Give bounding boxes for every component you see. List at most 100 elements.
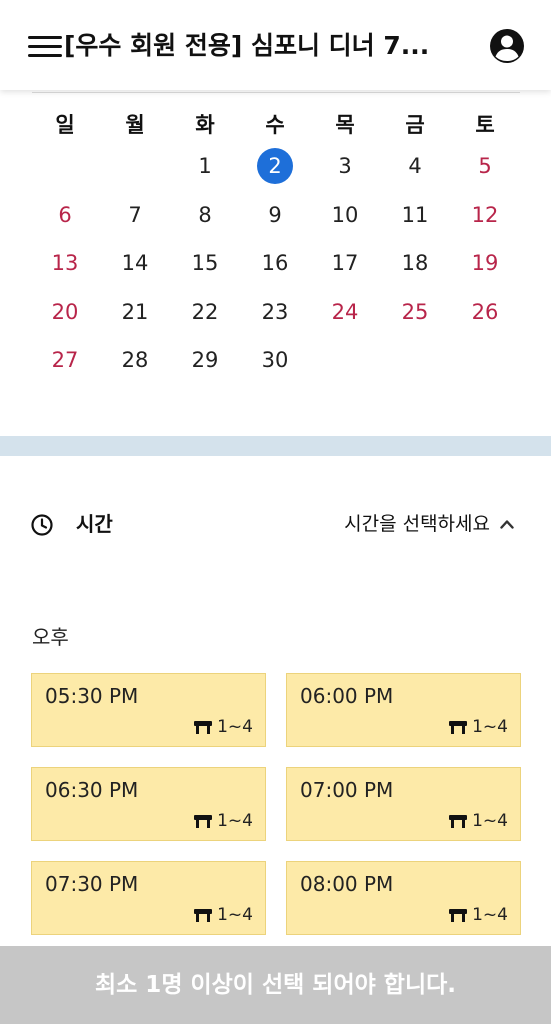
calendar-day[interactable]: 21: [100, 288, 170, 337]
calendar: 일 월 화 수 목 금 토 1 2 3 4 5 6 7 8 9 10 11 12…: [30, 108, 520, 385]
calendar-day[interactable]: 17: [310, 239, 380, 288]
table-icon: [449, 909, 468, 922]
slot-capacity-text: 1~4: [472, 811, 508, 831]
calendar-day[interactable]: 11: [380, 191, 450, 240]
calendar-day[interactable]: 16: [240, 239, 310, 288]
account-circle-icon[interactable]: [489, 28, 525, 64]
page-title: [우수 회원 전용] 심포니 디너 7...: [64, 31, 430, 60]
calendar-day[interactable]: 4: [380, 142, 450, 191]
slot-time: 07:00 PM: [300, 778, 394, 802]
calendar-week-row: 13 14 15 16 17 18 19: [30, 239, 520, 288]
time-slot[interactable]: 07:30 PM 1~4: [31, 861, 266, 935]
day-number: 22: [191, 299, 219, 324]
calendar-day[interactable]: 29: [170, 336, 240, 385]
calendar-day[interactable]: 23: [240, 288, 310, 337]
slot-time: 06:30 PM: [45, 778, 139, 802]
calendar-day[interactable]: 25: [380, 288, 450, 337]
calendar-day[interactable]: 3: [310, 142, 380, 191]
slot-capacity: 1~4: [193, 716, 253, 738]
day-number: 27: [51, 348, 79, 373]
table-icon: [194, 815, 213, 828]
day-number: 6: [58, 202, 72, 227]
day-number: 11: [401, 202, 429, 227]
day-number: 29: [191, 348, 219, 373]
slot-capacity: 1~4: [448, 904, 508, 926]
day-number: 20: [51, 299, 79, 324]
calendar-day[interactable]: 13: [30, 239, 100, 288]
weekday-label: 목: [335, 113, 355, 137]
calendar-day-selected[interactable]: 2: [240, 142, 310, 191]
calendar-day[interactable]: 19: [450, 239, 520, 288]
day-number: [117, 148, 153, 184]
slot-capacity: 1~4: [448, 810, 508, 832]
slot-time: 06:00 PM: [300, 684, 394, 708]
calendar-empty-cell: [100, 142, 170, 191]
time-slot[interactable]: 07:00 PM 1~4: [286, 767, 521, 841]
day-number: 12: [471, 202, 499, 227]
day-number: 25: [401, 299, 429, 324]
time-slot[interactable]: 08:00 PM 1~4: [286, 861, 521, 935]
calendar-day[interactable]: 5: [450, 142, 520, 191]
calendar-day[interactable]: 20: [30, 288, 100, 337]
calendar-day[interactable]: 26: [450, 288, 520, 337]
calendar-day[interactable]: 27: [30, 336, 100, 385]
day-number: 26: [471, 299, 499, 324]
time-label: 시간: [76, 512, 113, 536]
time-slot[interactable]: 06:30 PM 1~4: [31, 767, 266, 841]
table-icon: [449, 721, 468, 734]
table-icon: [449, 815, 468, 828]
day-number: [397, 342, 433, 378]
slot-capacity-text: 1~4: [472, 717, 508, 737]
day-number: 30: [261, 348, 289, 373]
day-number: 9: [268, 202, 282, 227]
day-number: 3: [338, 154, 352, 179]
table-icon: [194, 721, 213, 734]
table-icon: [194, 909, 213, 922]
day-number: 7: [128, 202, 142, 227]
submit-button-disabled[interactable]: 최소 1명 이상이 선택 되어야 합니다.: [0, 946, 551, 1024]
slot-capacity: 1~4: [193, 810, 253, 832]
day-number: 1: [198, 154, 212, 179]
day-number: 5: [478, 154, 492, 179]
slot-time: 08:00 PM: [300, 872, 394, 896]
day-number: [467, 342, 503, 378]
time-slot[interactable]: 06:00 PM 1~4: [286, 673, 521, 747]
calendar-day[interactable]: 14: [100, 239, 170, 288]
day-number: 24: [331, 299, 359, 324]
time-slot[interactable]: 05:30 PM 1~4: [31, 673, 266, 747]
slot-time: 07:30 PM: [45, 872, 139, 896]
calendar-day[interactable]: 15: [170, 239, 240, 288]
weekday-label: 수: [265, 113, 285, 137]
hamburger-menu-icon[interactable]: [28, 36, 62, 58]
calendar-day[interactable]: 8: [170, 191, 240, 240]
weekday-label: 금: [405, 113, 425, 137]
day-number: 19: [471, 251, 499, 276]
calendar-day[interactable]: 12: [450, 191, 520, 240]
calendar-day[interactable]: 6: [30, 191, 100, 240]
weekday-label: 일: [55, 113, 75, 137]
calendar-day[interactable]: 18: [380, 239, 450, 288]
calendar-day[interactable]: 1: [170, 142, 240, 191]
day-number: 21: [121, 299, 149, 324]
day-number: 17: [331, 251, 359, 276]
calendar-day[interactable]: 10: [310, 191, 380, 240]
slot-capacity-text: 1~4: [472, 905, 508, 925]
day-number: 10: [331, 202, 359, 227]
day-number: 16: [261, 251, 289, 276]
calendar-day[interactable]: 28: [100, 336, 170, 385]
chevron-up-icon[interactable]: [500, 519, 514, 529]
calendar-day[interactable]: 24: [310, 288, 380, 337]
calendar-day[interactable]: 30: [240, 336, 310, 385]
day-number: 28: [121, 348, 149, 373]
slot-capacity-text: 1~4: [217, 811, 253, 831]
slot-capacity-text: 1~4: [217, 717, 253, 737]
time-selector[interactable]: 시간 시간을 선택하세요: [30, 505, 520, 543]
calendar-day[interactable]: 7: [100, 191, 170, 240]
slot-capacity: 1~4: [193, 904, 253, 926]
weekday-label: 화: [195, 113, 215, 137]
day-number: [47, 148, 83, 184]
calendar-day[interactable]: 22: [170, 288, 240, 337]
calendar-day[interactable]: 9: [240, 191, 310, 240]
calendar-top-divider: [32, 92, 520, 93]
calendar-empty-cell: [30, 142, 100, 191]
